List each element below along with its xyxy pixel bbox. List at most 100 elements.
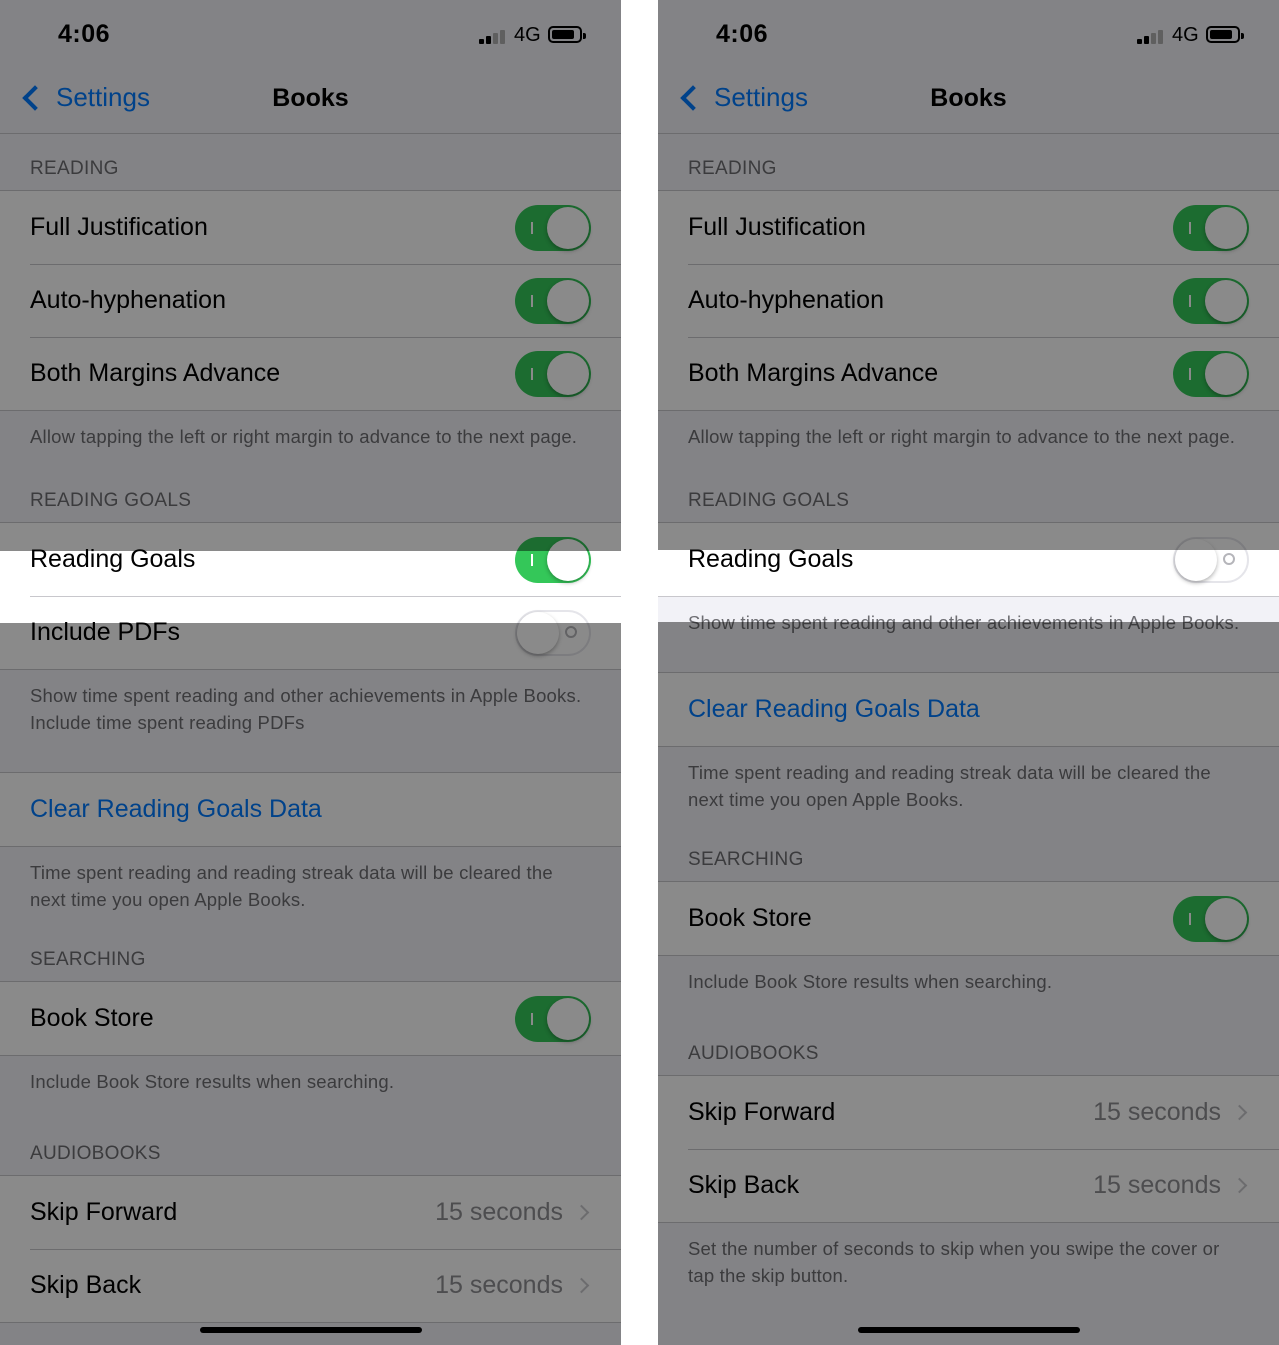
book-store-row: Book Store (0, 982, 621, 1055)
skip-back-value: 15 seconds (435, 1271, 563, 1299)
section-header-reading-goals: READING GOALS (688, 490, 850, 511)
audiobooks-footer: Set the number of seconds to skip when y… (688, 1238, 1220, 1286)
auto-hyphenation-row: Auto-hyphenation (658, 264, 1279, 337)
section-header-searching: SEARCHING (30, 949, 146, 970)
status-time: 4:06 (58, 20, 111, 48)
row-label: Skip Forward (30, 1198, 178, 1226)
reading-goals-footer: Show time spent reading and other achiev… (688, 612, 1240, 633)
section-header-audiobooks: AUDIOBOOKS (688, 1043, 819, 1064)
clear-reading-goals-button[interactable]: Clear Reading Goals Data (688, 695, 980, 724)
skip-forward-value: 15 seconds (1093, 1098, 1221, 1126)
clear-reading-goals-row[interactable]: Clear Reading Goals Data (658, 673, 1279, 746)
reading-goals-footer: Show time spent reading and other achiev… (30, 685, 582, 733)
row-label: Include PDFs (30, 618, 181, 646)
battery-icon (548, 26, 586, 43)
both-margins-advance-toggle[interactable] (1173, 351, 1249, 397)
section-header-reading-goals: READING GOALS (30, 490, 192, 511)
section-header-audiobooks: AUDIOBOOKS (30, 1143, 161, 1164)
status-bar: 4:06 4G (0, 0, 621, 64)
clear-data-group: Clear Reading Goals Data (0, 772, 621, 847)
auto-hyphenation-row: Auto-hyphenation (0, 264, 621, 337)
full-justification-toggle[interactable] (515, 205, 591, 251)
section-header-searching: SEARCHING (688, 849, 804, 870)
book-store-row: Book Store (658, 882, 1279, 955)
include-pdfs-row: Include PDFs (0, 596, 621, 669)
searching-group: Book Store (0, 981, 621, 1056)
clear-reading-goals-row[interactable]: Clear Reading Goals Data (0, 773, 621, 846)
row-label: Book Store (688, 904, 812, 932)
searching-group: Book Store (658, 881, 1279, 956)
network-type: 4G (514, 24, 541, 46)
book-store-toggle[interactable] (1173, 896, 1249, 942)
chevron-right-icon (1231, 1177, 1248, 1194)
reading-goals-toggle[interactable] (515, 537, 591, 583)
row-label: Book Store (30, 1004, 154, 1032)
reading-goals-row: Reading Goals (0, 523, 621, 596)
row-label: Reading Goals (688, 545, 854, 573)
row-label: Skip Back (688, 1171, 800, 1199)
chevron-right-icon (573, 1277, 590, 1294)
status-time: 4:06 (716, 20, 769, 48)
both-margins-advance-row: Both Margins Advance (0, 337, 621, 410)
clear-data-group: Clear Reading Goals Data (658, 672, 1279, 747)
cellular-signal-icon (479, 30, 507, 44)
navigation-bar: Settings Books (0, 64, 621, 134)
audiobooks-group: Skip Forward 15 seconds Skip Back 15 sec… (0, 1175, 621, 1323)
section-header-reading: READING (688, 158, 777, 179)
book-store-toggle[interactable] (515, 996, 591, 1042)
clear-data-footer: Time spent reading and reading streak da… (30, 862, 553, 910)
page-title: Books (930, 84, 1007, 112)
network-type: 4G (1172, 24, 1199, 46)
row-label: Reading Goals (30, 545, 196, 573)
full-justification-row: Full Justification (0, 191, 621, 264)
auto-hyphenation-toggle[interactable] (515, 278, 591, 324)
home-indicator[interactable] (200, 1327, 422, 1333)
battery-icon (1206, 26, 1244, 43)
row-label: Both Margins Advance (30, 359, 281, 387)
both-margins-advance-toggle[interactable] (515, 351, 591, 397)
settings-list: READING Full Justification Auto-hyphenat… (0, 134, 621, 1323)
audiobooks-group: Skip Forward 15 seconds Skip Back 15 sec… (658, 1075, 1279, 1223)
include-pdfs-toggle[interactable] (515, 610, 591, 656)
section-header-reading: READING (30, 158, 119, 179)
navigation-bar: Settings Books (658, 64, 1279, 134)
clear-reading-goals-button[interactable]: Clear Reading Goals Data (30, 795, 322, 824)
row-label: Both Margins Advance (688, 359, 939, 387)
right-phone-screen: 4:06 4G Settings Books READING Full Just… (658, 0, 1279, 1345)
reading-goals-row: Reading Goals (658, 523, 1279, 596)
reading-group: Full Justification Auto-hyphenation Both… (0, 190, 621, 411)
left-phone-screen: 4:06 4G Settings Books READING Full Just… (0, 0, 621, 1345)
searching-footer: Include Book Store results when searchin… (688, 971, 1053, 992)
full-justification-toggle[interactable] (1173, 205, 1249, 251)
row-label: Auto-hyphenation (688, 286, 884, 314)
clear-data-footer: Time spent reading and reading streak da… (688, 762, 1211, 810)
reading-goals-group: Reading Goals (658, 522, 1279, 597)
skip-forward-row[interactable]: Skip Forward 15 seconds (658, 1076, 1279, 1149)
row-label: Auto-hyphenation (30, 286, 226, 314)
reading-group: Full Justification Auto-hyphenation Both… (658, 190, 1279, 411)
cellular-signal-icon (1137, 30, 1165, 44)
reading-goals-group: Reading Goals Include PDFs (0, 522, 621, 670)
auto-hyphenation-toggle[interactable] (1173, 278, 1249, 324)
searching-footer: Include Book Store results when searchin… (30, 1071, 395, 1092)
full-justification-row: Full Justification (658, 191, 1279, 264)
skip-forward-row[interactable]: Skip Forward 15 seconds (0, 1176, 621, 1249)
skip-back-value: 15 seconds (1093, 1171, 1221, 1199)
both-margins-advance-row: Both Margins Advance (658, 337, 1279, 410)
row-label: Full Justification (688, 213, 866, 241)
chevron-right-icon (573, 1204, 590, 1221)
row-label: Skip Forward (688, 1098, 836, 1126)
skip-back-row[interactable]: Skip Back 15 seconds (0, 1249, 621, 1322)
skip-forward-value: 15 seconds (435, 1198, 563, 1226)
row-label: Skip Back (30, 1271, 142, 1299)
status-bar: 4:06 4G (658, 0, 1279, 64)
reading-footer: Allow tapping the left or right margin t… (688, 426, 1236, 447)
page-title: Books (272, 84, 349, 112)
chevron-right-icon (1231, 1104, 1248, 1121)
reading-goals-toggle[interactable] (1173, 537, 1249, 583)
reading-footer: Allow tapping the left or right margin t… (30, 426, 578, 447)
home-indicator[interactable] (858, 1327, 1080, 1333)
row-label: Full Justification (30, 213, 208, 241)
settings-list: READING Full Justification Auto-hyphenat… (658, 134, 1279, 1311)
skip-back-row[interactable]: Skip Back 15 seconds (658, 1149, 1279, 1222)
